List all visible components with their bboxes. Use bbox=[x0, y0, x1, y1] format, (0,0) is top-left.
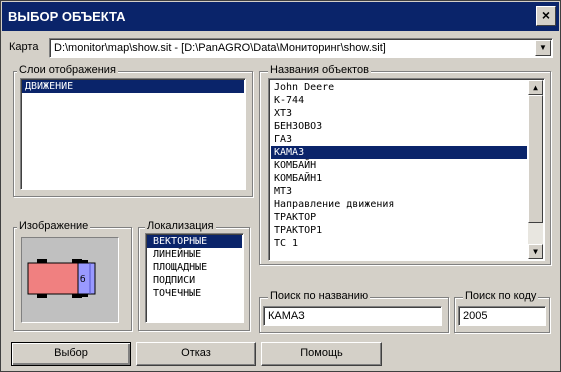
objects-list-items: John Deere К-744 ХТЗ БЕНЗОВОЗ ГАЗ КАМАЗ … bbox=[271, 81, 527, 250]
search-name-input[interactable]: КАМАЗ bbox=[263, 306, 442, 326]
localization-group-title: Локализация bbox=[145, 220, 216, 232]
list-item[interactable]: КОМБАЙН bbox=[271, 159, 527, 172]
objects-list[interactable]: John Deere К-744 ХТЗ БЕНЗОВОЗ ГАЗ КАМАЗ … bbox=[268, 78, 545, 261]
list-item[interactable]: ПЛОЩАДНЫЕ bbox=[147, 261, 242, 274]
list-item[interactable]: John Deere bbox=[271, 81, 527, 94]
select-button[interactable]: Выбор bbox=[11, 342, 131, 366]
objects-group-title: Названия объектов bbox=[268, 64, 371, 76]
chevron-down-icon: ▼ bbox=[539, 43, 547, 52]
list-item[interactable]: ТРАКТОР1 bbox=[271, 224, 527, 237]
list-item[interactable]: КАМАЗ bbox=[271, 146, 527, 159]
scroll-down-button[interactable]: ▼ bbox=[528, 244, 543, 259]
list-item[interactable]: ВЕКТОРНЫЕ bbox=[147, 235, 242, 248]
dialog-window: ВЫБОР ОБЪЕКТА × Карта D:\monitor\map\sho… bbox=[0, 0, 561, 372]
list-item[interactable]: ПОДПИСИ bbox=[147, 274, 242, 287]
layers-list[interactable]: ДВИЖЕНИЕ bbox=[20, 78, 246, 190]
search-code-input[interactable]: 2005 bbox=[458, 306, 546, 326]
cancel-button[interactable]: Отказ bbox=[136, 342, 256, 366]
layers-group-title: Слои отображения bbox=[17, 64, 118, 76]
close-icon: × bbox=[541, 7, 551, 23]
list-item[interactable]: ХТЗ bbox=[271, 107, 527, 120]
list-item[interactable]: ГАЗ bbox=[271, 133, 527, 146]
image-group-title: Изображение bbox=[17, 220, 91, 232]
scroll-thumb[interactable] bbox=[528, 95, 543, 223]
search-name-value: КАМАЗ bbox=[268, 310, 305, 322]
vehicle-image: б bbox=[21, 237, 119, 323]
chevron-down-icon: ▼ bbox=[533, 247, 538, 256]
list-item[interactable]: ДВИЖЕНИЕ bbox=[22, 80, 244, 93]
list-item[interactable]: ЛИНЕЙНЫЕ bbox=[147, 248, 242, 261]
help-button[interactable]: Помощь bbox=[261, 342, 382, 366]
list-item[interactable]: Направление движения bbox=[271, 198, 527, 211]
list-item[interactable]: БЕНЗОВОЗ bbox=[271, 120, 527, 133]
list-item[interactable]: МТЗ bbox=[271, 185, 527, 198]
map-select-value: D:\monitor\map\show.sit - [D:\PanAGRO\Da… bbox=[54, 42, 386, 54]
list-item[interactable]: К-744 bbox=[271, 94, 527, 107]
search-code-value: 2005 bbox=[463, 310, 488, 322]
window-title: ВЫБОР ОБЪЕКТА bbox=[8, 9, 126, 24]
close-button[interactable]: × bbox=[536, 6, 556, 26]
chevron-up-icon: ▲ bbox=[533, 83, 538, 92]
list-item[interactable]: ТОЧЕЧНЫЕ bbox=[147, 287, 242, 300]
title-bar[interactable]: ВЫБОР ОБЪЕКТА × bbox=[2, 2, 559, 31]
truck-icon: б bbox=[27, 259, 96, 298]
list-item[interactable]: ТС 1 bbox=[271, 237, 527, 250]
search-code-title: Поиск по коду bbox=[463, 290, 539, 302]
svg-text:б: б bbox=[80, 275, 86, 285]
map-label: Карта bbox=[9, 41, 39, 53]
map-select[interactable]: D:\monitor\map\show.sit - [D:\PanAGRO\Da… bbox=[49, 38, 553, 58]
map-dropdown-button[interactable]: ▼ bbox=[535, 40, 551, 56]
list-item[interactable]: КОМБАЙН1 bbox=[271, 172, 527, 185]
search-name-title: Поиск по названию bbox=[268, 290, 371, 302]
list-item[interactable]: ТРАКТОР bbox=[271, 211, 527, 224]
objects-scrollbar[interactable]: ▲ ▼ bbox=[528, 80, 543, 259]
localization-list[interactable]: ВЕКТОРНЫЕ ЛИНЕЙНЫЕ ПЛОЩАДНЫЕ ПОДПИСИ ТОЧ… bbox=[145, 233, 244, 323]
scroll-up-button[interactable]: ▲ bbox=[528, 80, 543, 95]
